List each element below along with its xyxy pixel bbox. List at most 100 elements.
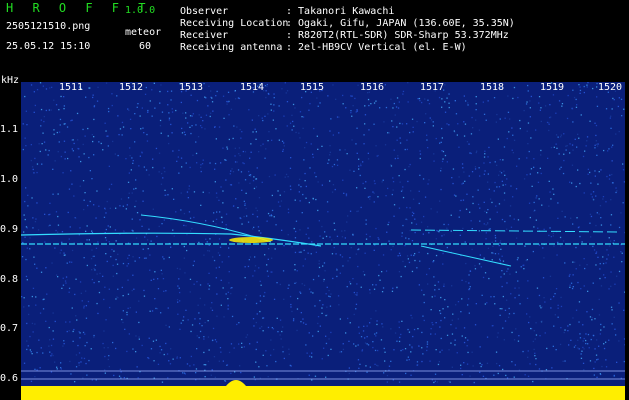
noise-speck: [586, 136, 589, 138]
noise-speck: [172, 150, 174, 152]
x-tick-label: 1514: [240, 82, 265, 93]
noise-speck: [475, 109, 477, 111]
noise-speck: [372, 284, 374, 286]
noise-speck: [225, 293, 227, 295]
noise-speck: [93, 106, 95, 108]
noise-speck: [510, 185, 512, 187]
noise-speck: [476, 150, 478, 152]
noise-speck: [558, 153, 560, 155]
noise-speck: [461, 279, 463, 281]
noise-speck: [200, 170, 202, 173]
noise-speck: [579, 92, 581, 94]
noise-speck: [214, 168, 216, 170]
noise-speck: [531, 185, 533, 187]
noise-speck: [35, 296, 37, 298]
noise-speck: [82, 128, 84, 131]
noise-speck: [590, 182, 592, 184]
noise-speck: [329, 130, 331, 132]
noise-speck: [583, 85, 585, 88]
noise-speck: [598, 213, 600, 215]
noise-speck: [186, 233, 188, 236]
noise-speck: [609, 117, 611, 119]
noise-speck: [345, 107, 347, 109]
noise-speck: [296, 308, 299, 310]
noise-speck: [413, 328, 416, 331]
noise-speck: [336, 235, 339, 237]
noise-speck: [418, 97, 421, 100]
noise-speck: [282, 148, 284, 151]
noise-speck: [220, 304, 222, 306]
noise-speck: [429, 360, 431, 362]
noise-speck: [472, 196, 474, 198]
noise-speck: [535, 129, 537, 131]
noise-speck: [451, 366, 453, 368]
noise-speck: [43, 141, 46, 143]
noise-speck: [423, 301, 425, 304]
noise-speck: [143, 132, 145, 134]
noise-speck: [585, 342, 587, 345]
noise-speck: [357, 265, 359, 268]
noise-speck: [548, 129, 550, 132]
noise-speck: [492, 245, 494, 248]
noise-speck: [402, 93, 404, 95]
noise-speck: [613, 375, 615, 377]
noise-speck: [347, 215, 349, 217]
noise-speck: [291, 246, 293, 248]
noise-speck: [85, 362, 87, 365]
noise-speck: [28, 305, 30, 307]
noise-speck: [230, 292, 232, 295]
noise-speck: [537, 227, 539, 229]
noise-speck: [338, 116, 340, 118]
noise-speck: [103, 347, 105, 349]
noise-speck: [139, 155, 141, 157]
noise-speck: [158, 152, 161, 154]
noise-speck: [450, 214, 452, 216]
noise-speck: [274, 248, 276, 250]
noise-speck: [96, 273, 98, 275]
noise-speck: [560, 327, 562, 329]
noise-speck: [426, 134, 428, 136]
noise-speck: [54, 247, 56, 249]
noise-speck: [360, 206, 362, 209]
noise-speck: [180, 101, 182, 104]
noise-speck: [399, 137, 401, 139]
noise-speck: [392, 181, 395, 183]
noise-speck: [200, 164, 202, 166]
noise-speck: [63, 254, 65, 256]
noise-speck: [225, 213, 228, 215]
noise-speck: [329, 236, 331, 238]
noise-speck: [595, 143, 597, 145]
noise-speck: [45, 149, 47, 151]
noise-speck: [52, 338, 55, 340]
noise-speck: [622, 169, 625, 171]
noise-speck: [136, 366, 138, 368]
noise-speck: [544, 332, 546, 334]
noise-speck: [496, 211, 498, 213]
noise-speck: [80, 361, 82, 363]
noise-speck: [65, 276, 68, 278]
noise-speck: [484, 303, 486, 305]
noise-speck: [93, 154, 95, 156]
noise-speck: [503, 192, 506, 194]
noise-speck: [363, 143, 365, 145]
noise-speck: [154, 271, 156, 273]
noise-speck: [528, 202, 531, 204]
noise-speck: [109, 306, 111, 309]
noise-speck: [327, 95, 329, 97]
noise-speck: [140, 128, 142, 130]
noise-speck: [505, 374, 507, 377]
noise-speck: [121, 286, 123, 289]
noise-speck: [443, 223, 445, 226]
noise-speck: [579, 235, 581, 238]
noise-speck: [367, 158, 370, 160]
noise-speck: [564, 329, 566, 331]
noise-speck: [468, 282, 470, 284]
noise-speck: [527, 375, 530, 377]
noise-speck: [486, 211, 488, 214]
noise-speck: [594, 348, 596, 350]
noise-speck: [276, 317, 278, 319]
noise-speck: [563, 331, 565, 334]
file-name: 2505121510.png: [6, 21, 91, 32]
noise-speck: [266, 85, 268, 88]
noise-speck: [234, 147, 236, 149]
